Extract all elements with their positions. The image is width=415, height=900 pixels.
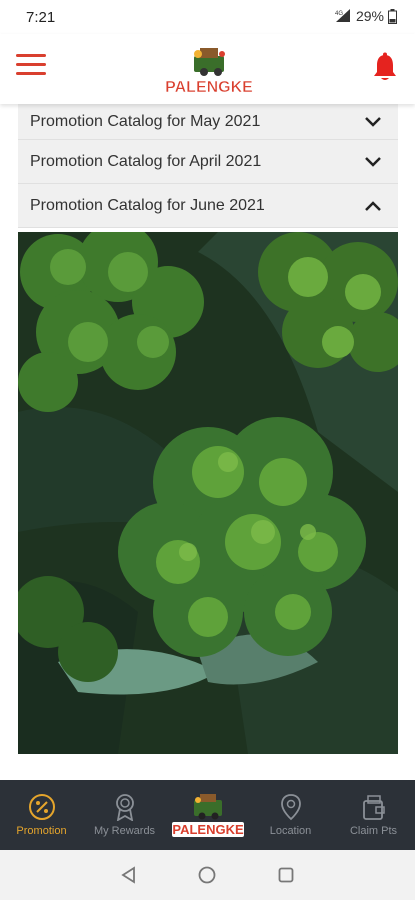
- home-icon[interactable]: [197, 865, 217, 885]
- medal-icon: [115, 794, 134, 821]
- accordion-title: Promotion Catalog for April 2021: [30, 152, 262, 170]
- svg-text:PALENGKE: PALENGKE: [165, 79, 253, 96]
- nav-item-promotion[interactable]: Promotion: [0, 780, 83, 850]
- accordion-title: Promotion Catalog for June 2021: [30, 196, 265, 214]
- accordion-title: Promotion Catalog for May 2021: [30, 112, 261, 130]
- bell-icon[interactable]: [371, 52, 399, 82]
- bottom-navigation: Promotion My Rewards PALENGKE Location C…: [0, 780, 415, 850]
- chevron-up-icon: [365, 200, 381, 211]
- percent-badge-icon: [28, 794, 55, 820]
- recents-icon[interactable]: [276, 865, 296, 885]
- nav-label: Claim Pts: [349, 825, 398, 837]
- nav-label: Promotion: [16, 825, 67, 837]
- app-header: PALENGKE: [0, 34, 415, 104]
- nav-label: Location: [269, 825, 312, 837]
- system-navigation-bar: [0, 850, 415, 900]
- accordion-item-may-2021[interactable]: Promotion Catalog for May 2021: [18, 104, 398, 140]
- chevron-down-icon: [365, 116, 381, 127]
- accordion-item-june-2021[interactable]: Promotion Catalog for June 2021: [18, 184, 398, 228]
- palengke-logo: PALENGKE: [171, 794, 244, 837]
- palengke-logo: PALENGKE: [165, 48, 253, 96]
- battery-percent: 29%: [355, 8, 384, 24]
- promotion-content: Promotion Catalog for May 2021 Promotion…: [0, 104, 415, 780]
- svg-text:4G: 4G: [335, 11, 343, 17]
- svg-text:PALENGKE: PALENGKE: [172, 822, 244, 837]
- nav-item-claim-pts[interactable]: Claim Pts: [332, 780, 415, 850]
- status-icons: 4G 29%: [334, 8, 397, 24]
- hamburger-menu-icon[interactable]: [16, 54, 46, 78]
- catalog-broccoli-image[interactable]: [18, 232, 398, 754]
- signal-icon: 4G: [335, 9, 350, 22]
- nav-label: My Rewards: [93, 825, 156, 837]
- status-bar: 7:21 4G 29%: [0, 0, 415, 34]
- back-icon[interactable]: [119, 865, 139, 885]
- nav-item-home-logo[interactable]: PALENGKE: [166, 780, 249, 850]
- status-time: 7:21: [26, 9, 56, 26]
- catalog-accordion: Promotion Catalog for May 2021 Promotion…: [18, 104, 398, 228]
- wallet-icon: [362, 795, 385, 820]
- accordion-item-april-2021[interactable]: Promotion Catalog for April 2021: [18, 140, 398, 184]
- battery-icon: [388, 8, 397, 24]
- nav-item-location[interactable]: Location: [249, 780, 332, 850]
- chevron-down-icon: [365, 156, 381, 167]
- nav-item-my-rewards[interactable]: My Rewards: [83, 780, 166, 850]
- location-pin-icon: [280, 794, 301, 821]
